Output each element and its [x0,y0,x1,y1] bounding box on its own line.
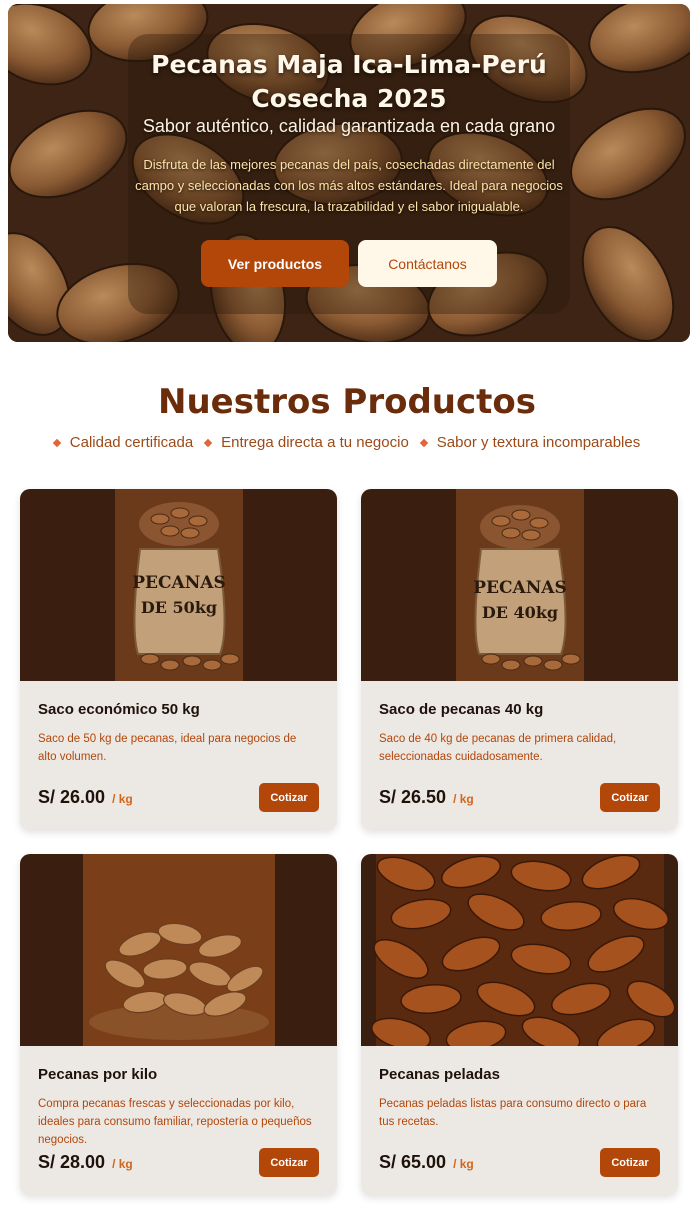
product-card: Pecanas por kilo Compra pecanas frescas … [20,854,337,1195]
price-unit: / kg [112,792,133,806]
product-name: Pecanas peladas [379,1066,500,1083]
price-row: S/ 28.00 / kg [38,1152,133,1173]
sack-label-line2: DE 40kg [482,603,558,622]
contact-button[interactable]: Contáctanos [358,240,497,287]
product-name: Pecanas por kilo [38,1066,158,1083]
sack-image: PECANAS DE 50kg [115,489,243,681]
feature-label: Entrega directa a tu negocio [221,434,409,451]
price-row: S/ 65.00 / kg [379,1152,474,1173]
diamond-bullet-icon [52,438,62,447]
product-description: Saco de 50 kg de pecanas, ideal para neg… [38,733,297,763]
product-image [20,854,337,1046]
product-card: PECANAS DE 50kg Saco económico 50 kg Sac… [20,489,337,830]
pecans-pile-image [83,854,275,1046]
feature-item: Calidad certificada [52,434,194,451]
feature-label: Sabor y textura incomparables [436,434,641,451]
product-image: PECANAS DE 50kg [20,489,337,681]
sack-label-line2: DE 50kg [141,598,217,617]
product-price: S/ 28.00 [38,1152,106,1172]
features-list: Calidad certificada Entrega directa a tu… [0,434,694,451]
product-name: Saco económico 50 kg [38,701,200,718]
product-description: Pecanas peladas listas para consumo dire… [379,1098,647,1128]
price-unit: / kg [112,1157,133,1171]
product-card: PECANAS DE 40kg Saco de pecanas 40 kg Sa… [361,489,678,830]
hero-subtitle: Sabor auténtico, calidad garantizada en … [142,116,556,136]
price-row: S/ 26.00 / kg [38,787,133,808]
feature-item: Entrega directa a tu negocio [203,434,409,451]
quote-button[interactable]: Cotizar [259,1148,319,1177]
product-price: S/ 65.00 [379,1152,447,1172]
quote-button[interactable]: Cotizar [600,1148,660,1177]
quote-button[interactable]: Cotizar [600,783,660,812]
feature-label: Calidad certificada [69,434,194,451]
product-name: Saco de pecanas 40 kg [379,701,544,718]
sack-label-line1: PECANAS [473,578,566,598]
price-unit: / kg [453,792,474,806]
section-title: Nuestros Productos [157,382,536,422]
hero-description: Disfruta de las mejores pecanas del país… [135,157,563,214]
sack-label-line1: PECANAS [132,573,225,593]
price-unit: / kg [453,1157,474,1171]
hero-title: Pecanas Maja Ica-Lima-Perú Cosecha 2025 [151,50,547,113]
product-image: PECANAS DE 40kg [361,489,678,681]
diamond-bullet-icon [203,438,213,447]
price-row: S/ 26.50 / kg [379,787,474,808]
shelled-pecans-image [371,854,676,1046]
product-image [361,854,678,1046]
product-description: Compra pecanas frescas y seleccionadas p… [38,1098,312,1146]
product-description: Saco de 40 kg de pecanas de primera cali… [379,733,617,763]
sack-image: PECANAS DE 40kg [456,489,584,681]
product-price: S/ 26.50 [379,787,447,807]
feature-item: Sabor y textura incomparables [419,434,641,451]
view-products-button[interactable]: Ver productos [201,240,349,287]
product-card: Pecanas peladas Pecanas peladas listas p… [361,854,678,1195]
hero-banner: Pecanas Maja Ica-Lima-Perú Cosecha 2025 … [8,4,690,342]
product-price: S/ 26.00 [38,787,106,807]
quote-button[interactable]: Cotizar [259,783,319,812]
diamond-bullet-icon [419,438,429,447]
